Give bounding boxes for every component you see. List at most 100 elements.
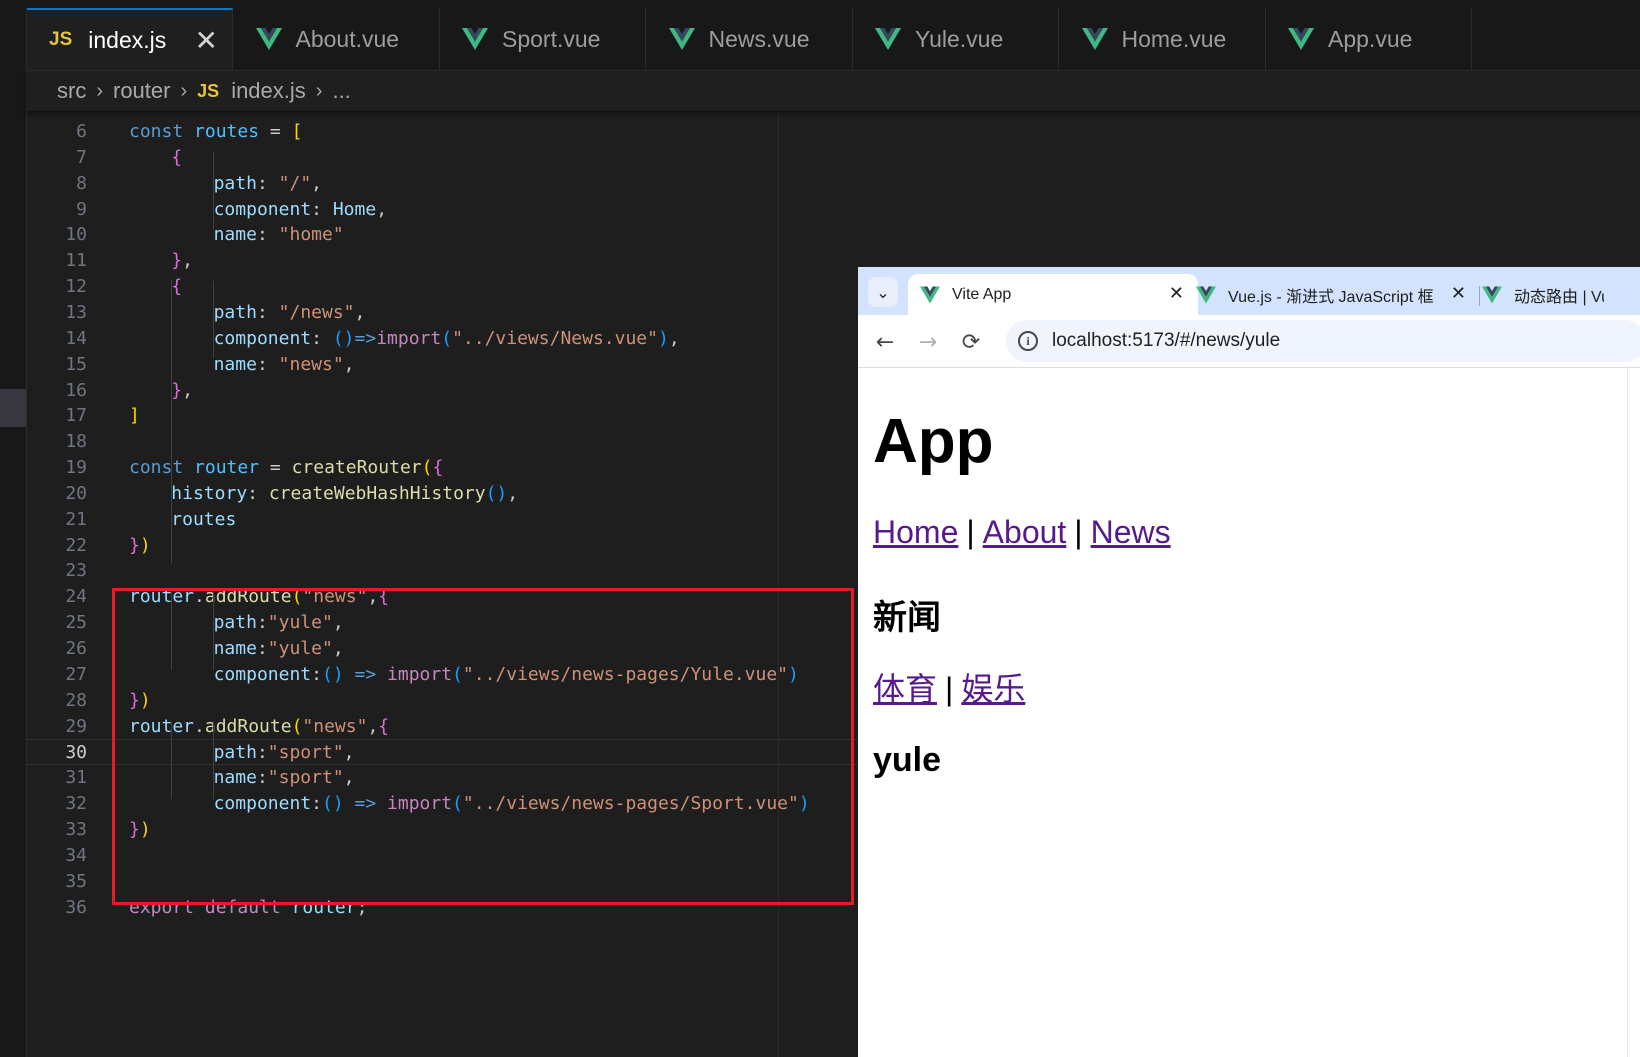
browser-tab-title: 动态路由 | Vue bbox=[1514, 288, 1604, 306]
subnav-link-sport[interactable]: 体育 bbox=[873, 671, 937, 707]
code-text: path: "/", bbox=[214, 171, 322, 197]
code-token: : bbox=[247, 482, 269, 504]
vue-file-icon bbox=[668, 28, 695, 50]
line-number: 28 bbox=[65, 689, 87, 711]
editor-tab-sport-vue[interactable]: Sport.vue bbox=[440, 8, 646, 70]
sub-nav: 体育 | 娱乐 bbox=[873, 664, 1025, 710]
code-token: , bbox=[507, 482, 519, 504]
line-number: 13 bbox=[65, 301, 87, 323]
code-token: ) bbox=[139, 534, 151, 556]
code-text: }, bbox=[171, 378, 193, 404]
browser-tab[interactable]: Vue.js - 渐进式 JavaScript 框架 ✕ bbox=[1184, 274, 1480, 315]
close-icon[interactable]: ✕ bbox=[1451, 283, 1466, 304]
editor-tab-yule-vue[interactable]: Yule.vue bbox=[853, 8, 1059, 70]
subnav-link-yule[interactable]: 娱乐 bbox=[961, 671, 1025, 707]
code-token: : bbox=[256, 172, 279, 194]
breadcrumb-router[interactable]: router bbox=[113, 78, 170, 104]
editor-tab-label: App.vue bbox=[1328, 25, 1413, 52]
code-line[interactable]: 23 bbox=[27, 558, 857, 584]
code-text: { bbox=[171, 145, 182, 171]
code-token: path bbox=[213, 172, 257, 194]
browser-tab-title: Vite App bbox=[952, 285, 1012, 303]
code-token: path bbox=[213, 301, 257, 323]
nav-link-home[interactable]: Home bbox=[873, 514, 958, 550]
code-line[interactable]: 19 const router = createRouter({ bbox=[27, 455, 857, 481]
address-bar[interactable]: i localhost:5173/#/news/yule bbox=[1006, 320, 1640, 362]
indent-guide bbox=[213, 151, 214, 230]
editor-tab-label: index.js bbox=[88, 26, 167, 53]
code-token: , bbox=[311, 172, 322, 194]
chevron-right-icon: › bbox=[180, 79, 188, 102]
code-token: , bbox=[343, 353, 355, 375]
code-line[interactable]: 10 name: "home" bbox=[27, 222, 857, 248]
code-line[interactable]: 20 history: createWebHashHistory(), bbox=[27, 481, 857, 507]
breadcrumb-file[interactable]: index.js bbox=[231, 78, 306, 104]
site-info-icon[interactable]: i bbox=[1018, 331, 1038, 351]
line-number: 10 bbox=[65, 224, 87, 246]
code-line[interactable]: 12 { bbox=[27, 274, 857, 300]
chevron-right-icon: › bbox=[315, 79, 323, 102]
editor-tab-home-vue[interactable]: Home.vue bbox=[1059, 8, 1266, 70]
code-token: routes bbox=[171, 508, 237, 530]
code-line[interactable]: 8 path: "/", bbox=[27, 171, 857, 197]
breadcrumb-more[interactable]: ... bbox=[332, 78, 350, 104]
breadcrumb-src[interactable]: src bbox=[57, 78, 86, 104]
route-content: yule bbox=[873, 741, 942, 779]
browser-tab[interactable]: Vite App ✕ bbox=[908, 274, 1198, 315]
code-token: ] bbox=[129, 405, 140, 427]
code-text: name: "home" bbox=[214, 222, 344, 248]
code-line[interactable]: 17] bbox=[27, 403, 857, 429]
line-number: 31 bbox=[65, 767, 87, 789]
code-token: name bbox=[213, 353, 257, 375]
editor-tab-about-vue[interactable]: About.vue bbox=[233, 8, 440, 70]
editor-tab-news-vue[interactable]: News.vue bbox=[646, 8, 853, 70]
line-number: 25 bbox=[65, 612, 87, 634]
code-text: ] bbox=[129, 403, 140, 429]
line-number: 27 bbox=[65, 663, 87, 685]
js-file-icon: JS bbox=[197, 80, 220, 101]
nav-link-about[interactable]: About bbox=[983, 514, 1067, 550]
code-line[interactable]: 6 const routes = [ bbox=[27, 119, 857, 145]
code-line[interactable]: 16}, bbox=[27, 378, 857, 404]
address-url[interactable]: localhost:5173/#/news/yule bbox=[1052, 330, 1280, 352]
page-scrollbar[interactable] bbox=[1627, 368, 1640, 1057]
code-line[interactable]: 18 bbox=[27, 429, 857, 455]
back-icon[interactable]: ← bbox=[870, 327, 900, 357]
browser-tab[interactable]: 动态路由 | Vue bbox=[1470, 274, 1640, 315]
web-page: App Home | About | News 新闻 体育 | 娱乐 yule bbox=[858, 368, 1640, 1057]
code-token: , bbox=[182, 379, 193, 401]
main-nav: Home | About | News bbox=[873, 514, 1171, 551]
code-token: : bbox=[256, 301, 279, 323]
code-line[interactable]: 7{ bbox=[27, 145, 857, 171]
section-title: 新闻 bbox=[873, 599, 941, 637]
code-token: const bbox=[129, 457, 195, 479]
chevron-right-icon: › bbox=[96, 79, 103, 102]
code-token: { bbox=[171, 146, 183, 168]
code-line[interactable]: 21 routes bbox=[27, 507, 857, 533]
code-token: ( bbox=[421, 457, 433, 479]
forward-icon[interactable]: → bbox=[913, 327, 943, 357]
close-icon[interactable]: ✕ bbox=[1169, 283, 1184, 304]
tab-search-icon[interactable]: ⌄ bbox=[868, 277, 898, 307]
reload-icon[interactable]: ⟳ bbox=[956, 327, 986, 357]
code-line[interactable]: 15 name: "news", bbox=[27, 352, 857, 378]
code-text: path: "/news", bbox=[214, 300, 366, 326]
code-token: : bbox=[311, 327, 333, 349]
code-text: history: createWebHashHistory(), bbox=[171, 481, 518, 507]
code-line[interactable]: 14 component: ()=>import("../views/News.v… bbox=[27, 326, 857, 352]
editor-tab-app-vue[interactable]: App.vue bbox=[1266, 8, 1472, 70]
code-token: router bbox=[194, 457, 260, 479]
code-editor[interactable]: 6 const routes = [7{8 path: "/", 9 component… bbox=[27, 112, 857, 1057]
code-line[interactable]: 13 path: "/news", bbox=[27, 300, 857, 326]
line-number: 11 bbox=[65, 250, 87, 272]
vue-file-icon bbox=[875, 28, 901, 50]
code-token: "news" bbox=[278, 353, 344, 375]
line-number: 14 bbox=[65, 327, 87, 349]
code-line[interactable]: 9 component: Home, bbox=[27, 197, 857, 223]
editor-tab-index-js[interactable]: JS index.js ✕ bbox=[27, 8, 233, 70]
close-icon[interactable]: ✕ bbox=[195, 24, 218, 57]
code-line[interactable]: 11}, bbox=[27, 248, 857, 274]
nav-link-news[interactable]: News bbox=[1091, 514, 1171, 550]
code-line[interactable]: 22}) bbox=[27, 533, 857, 559]
editor-tab-label: News.vue bbox=[708, 25, 810, 52]
